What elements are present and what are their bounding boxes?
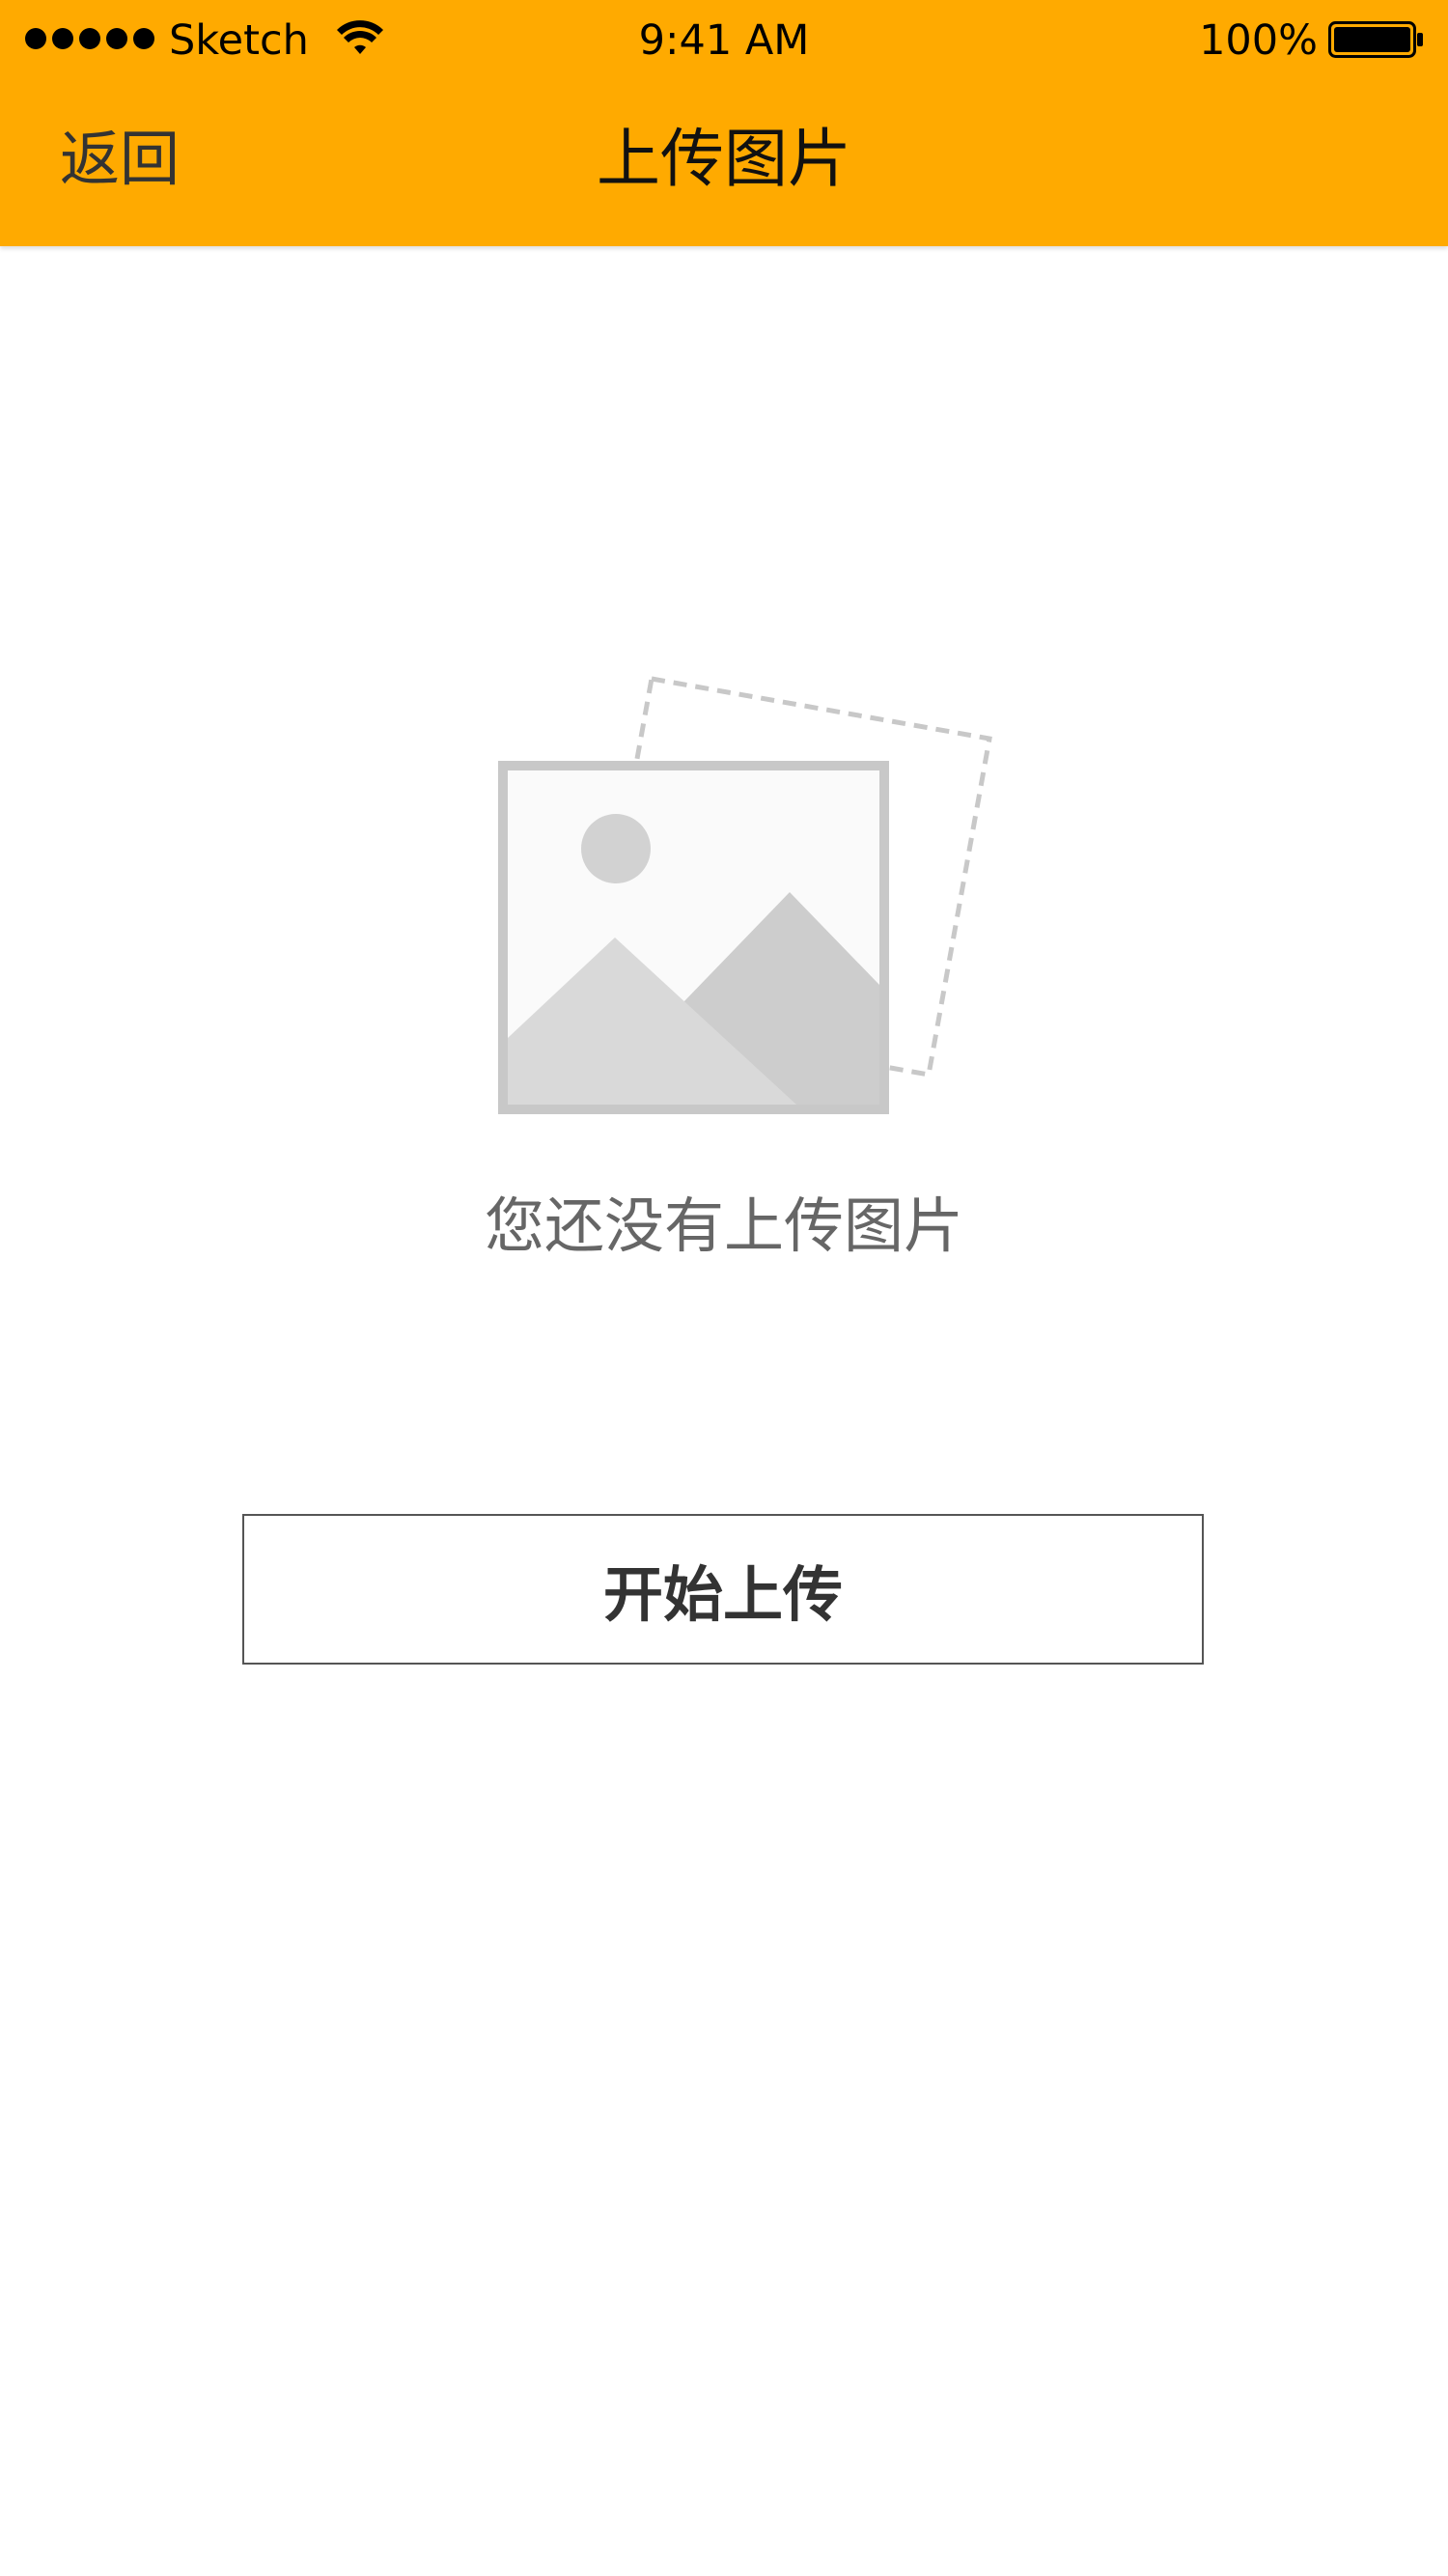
navigation-bar: 返回 上传图片 — [0, 92, 1448, 237]
upload-image-screen: Sketch 9:41 AM 100% 返回 上传图片 您还没有上传图片 开始上… — [0, 0, 1448, 2576]
start-upload-button[interactable]: 开始上传 — [242, 1514, 1204, 1665]
battery-percent: 100% — [1199, 16, 1318, 65]
status-bar: Sketch 9:41 AM 100% — [0, 0, 1448, 82]
battery-icon — [1328, 21, 1423, 58]
sun-shape — [581, 814, 651, 883]
image-placeholder-icon — [498, 676, 992, 1114]
page-title: 上传图片 — [597, 122, 851, 196]
header: Sketch 9:41 AM 100% 返回 上传图片 — [0, 0, 1448, 246]
empty-state-message: 您还没有上传图片 — [484, 1190, 963, 1261]
